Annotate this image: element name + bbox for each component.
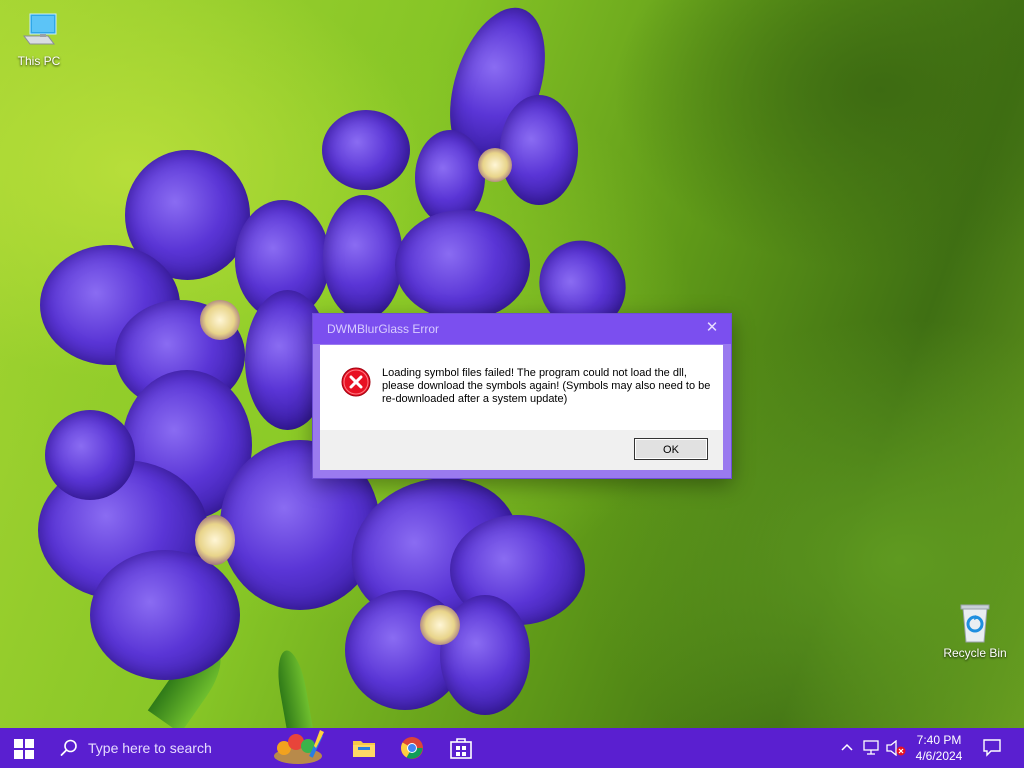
notification-button[interactable]: [978, 728, 1006, 768]
paint-app-button[interactable]: [268, 728, 332, 768]
clock-time: 7:40 PM: [916, 733, 962, 747]
paint-app-icon: [274, 730, 324, 764]
windows-logo-icon: [14, 739, 34, 759]
error-dialog: DWMBlurGlass Error ✕ Loading symbol file…: [312, 313, 732, 479]
file-explorer-button[interactable]: [344, 728, 382, 768]
dialog-titlebar[interactable]: DWMBlurGlass Error ✕: [313, 314, 731, 344]
store-app-button[interactable]: [442, 728, 480, 768]
clock: 7:40 PM 4/6/2024: [907, 732, 971, 764]
error-icon: [341, 367, 371, 397]
store-app-icon: [450, 738, 472, 759]
show-hidden-icons-button[interactable]: [836, 728, 858, 768]
chevron-up-icon: [841, 743, 853, 751]
desktop-icon-this-pc[interactable]: This PC: [4, 10, 74, 68]
clock-date: 4/6/2024: [915, 749, 963, 763]
notification-icon: [983, 739, 1001, 757]
recycle-bin-icon: [954, 602, 996, 644]
desktop-icon-label: This PC: [17, 54, 61, 68]
dialog-message: Loading symbol files failed! The program…: [382, 367, 711, 405]
search-input[interactable]: Type here to search: [48, 728, 248, 768]
volume-button[interactable]: [884, 728, 906, 768]
chrome-icon: [401, 737, 423, 759]
dialog-title: DWMBlurGlass Error: [327, 322, 440, 336]
taskbar: Type here to search 7:40 PM 4/6/2024: [0, 728, 1024, 768]
chrome-button[interactable]: [393, 728, 431, 768]
start-button[interactable]: [0, 728, 48, 768]
ok-button[interactable]: OK: [634, 438, 708, 460]
desktop-icon-label: Recycle Bin: [943, 646, 1007, 660]
dialog-body: Loading symbol files failed! The program…: [320, 345, 723, 430]
desktop-icon-recycle-bin[interactable]: Recycle Bin: [940, 602, 1010, 660]
clock-button[interactable]: 7:40 PM 4/6/2024: [907, 728, 971, 768]
close-icon[interactable]: ✕: [703, 319, 721, 337]
search-icon: [60, 739, 77, 756]
dialog-footer: OK: [320, 430, 723, 470]
network-icon: [863, 740, 879, 755]
desktop: This PC Recycle Bin DWMBlurGlass Error ✕: [0, 0, 1024, 768]
network-button[interactable]: [860, 728, 882, 768]
volume-muted-icon: [886, 740, 906, 756]
search-placeholder: Type here to search: [88, 740, 212, 756]
file-explorer-icon: [353, 741, 375, 757]
computer-icon: [18, 10, 60, 52]
